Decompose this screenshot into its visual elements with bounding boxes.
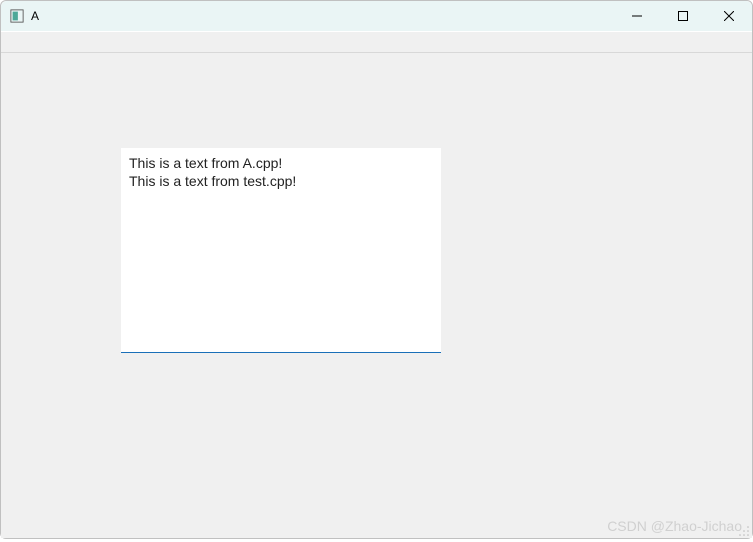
- window-title: A: [31, 9, 614, 23]
- text-edit[interactable]: This is a text from A.cpp! This is a tex…: [121, 148, 441, 353]
- minimize-button[interactable]: [614, 1, 660, 31]
- client-area: This is a text from A.cpp! This is a tex…: [1, 53, 752, 538]
- window-controls: [614, 1, 752, 31]
- menubar: [1, 31, 752, 53]
- resize-grip-icon[interactable]: [738, 524, 750, 536]
- maximize-button[interactable]: [660, 1, 706, 31]
- app-icon: [9, 8, 25, 24]
- close-button[interactable]: [706, 1, 752, 31]
- titlebar[interactable]: A: [1, 1, 752, 31]
